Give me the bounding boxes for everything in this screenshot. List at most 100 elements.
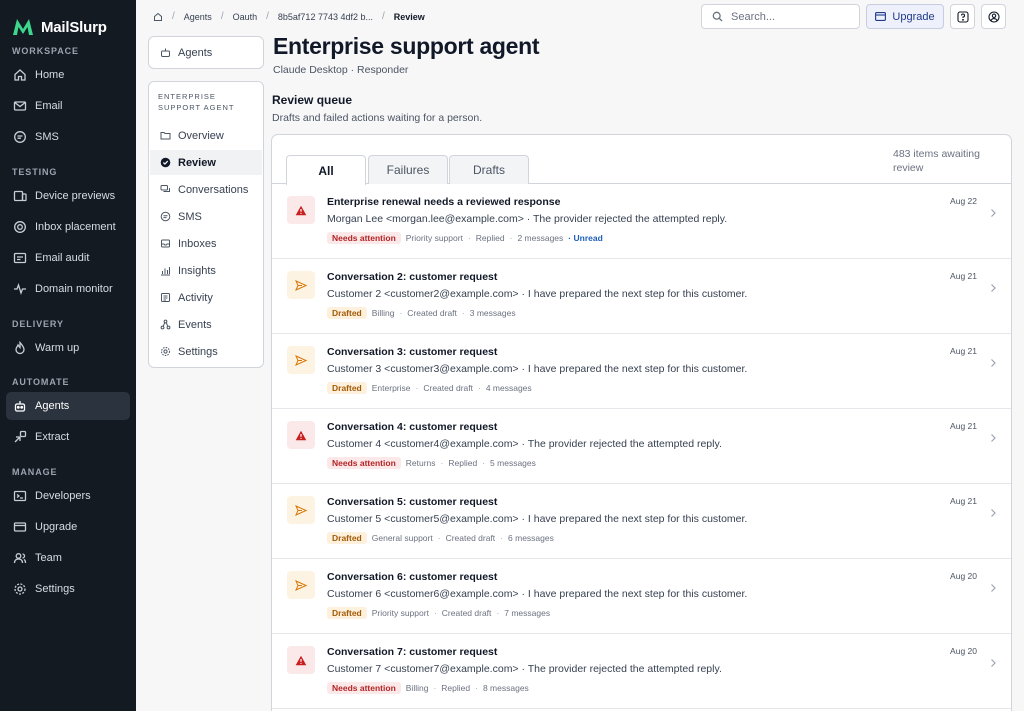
breadcrumb-item-agents[interactable]: Agents <box>184 12 212 22</box>
subnav-item-insights[interactable]: Insights <box>150 258 262 283</box>
upgrade-button[interactable]: Upgrade <box>866 4 944 29</box>
subnav-item-label: Insights <box>178 264 216 277</box>
account-button[interactable] <box>981 4 1006 29</box>
subnav-item-review[interactable]: Review <box>150 150 262 175</box>
mailslurp-logo-icon <box>13 19 33 35</box>
agents-back-button[interactable]: Agents <box>148 36 264 69</box>
unread-label: Unread <box>573 233 603 243</box>
queue-row[interactable]: Conversation 4: customer request Customer… <box>272 409 1011 484</box>
failure-status-icon <box>287 421 315 449</box>
mail-icon <box>13 101 27 111</box>
sidebar-item-label: Developers <box>35 490 91 502</box>
row-title: Conversation 5: customer request <box>327 496 498 508</box>
row-title: Conversation 7: customer request <box>327 646 498 658</box>
subnav-item-conversations[interactable]: Conversations <box>150 177 262 202</box>
section-title-delivery: DELIVERY <box>12 319 64 329</box>
sidebar-item-domain-monitor[interactable]: Domain monitor <box>6 275 130 303</box>
status-badge: Drafted <box>327 607 367 619</box>
breadcrumb-separator: / <box>382 11 385 22</box>
sidebar-item-label: SMS <box>35 131 59 143</box>
row-title: Conversation 6: customer request <box>327 571 498 583</box>
warning-icon <box>295 430 307 440</box>
row-message-count: 6 messages <box>508 533 554 543</box>
queue-row[interactable]: Conversation 3: customer request Customer… <box>272 334 1011 409</box>
row-message-count: 8 messages <box>482 683 529 693</box>
subnav-item-label: Activity <box>178 291 213 304</box>
sidebar-item-upgrade[interactable]: Upgrade <box>6 513 130 541</box>
row-state: Created draft <box>445 533 496 543</box>
chevron-right-icon <box>991 434 996 442</box>
subnav-item-label: Overview <box>178 129 224 142</box>
meta-separator: · <box>467 233 471 243</box>
breadcrumb-item-oauth[interactable]: Oauth <box>233 12 258 22</box>
subnav-item-activity[interactable]: Activity <box>150 285 262 310</box>
activity-icon <box>161 293 170 302</box>
brand-name: MailSlurp <box>41 18 107 36</box>
sidebar-item-label: Email <box>35 100 63 112</box>
sidebar-item-warm-up[interactable]: Warm up <box>6 334 130 362</box>
subnav-item-events[interactable]: Events <box>150 312 262 337</box>
sidebar-item-agents[interactable]: Agents <box>6 392 130 420</box>
subnav-item-settings[interactable]: Settings <box>150 339 262 364</box>
home-icon[interactable] <box>153 12 163 22</box>
section-title-manage: MANAGE <box>12 467 58 477</box>
status-badge: Drafted <box>327 382 367 394</box>
row-state: Created draft <box>423 383 473 393</box>
subnav-item-label: Review <box>178 156 216 169</box>
subnav-item-label: Inboxes <box>178 237 217 250</box>
sidebar-item-label: Device previews <box>35 190 116 202</box>
queue-row[interactable]: Conversation 7: customer request Customer… <box>272 634 1011 709</box>
queue-row[interactable]: Conversation 6: customer request Customer… <box>272 559 1011 634</box>
queue-row[interactable]: Enterprise renewal needs a reviewed resp… <box>272 184 1011 259</box>
tab-failures[interactable]: Failures <box>368 155 448 184</box>
queue-row[interactable]: Conversation 2: customer request Customer… <box>272 259 1011 334</box>
meta-separator: · <box>509 233 513 243</box>
review-queue-panel: All Failures Drafts 483 items awaiting r… <box>271 134 1012 711</box>
row-meta: Needs attention Priority support · Replied ·… <box>327 232 603 244</box>
help-button[interactable] <box>950 4 975 29</box>
tab-all[interactable]: All <box>286 155 366 185</box>
sidebar-item-email[interactable]: Email <box>6 92 130 120</box>
sidebar-item-extract[interactable]: Extract <box>6 423 130 451</box>
sidebar-item-email-audit[interactable]: Email audit <box>6 244 130 272</box>
sidebar-item-label: Domain monitor <box>35 283 113 295</box>
row-state: Replied <box>475 233 505 243</box>
sidebar-item-developers[interactable]: Developers <box>6 482 130 510</box>
subnav-item-label: Settings <box>178 345 218 358</box>
team-icon <box>13 553 27 564</box>
chevron-right-icon <box>991 284 996 292</box>
brand[interactable]: MailSlurp <box>0 0 136 42</box>
chart-icon <box>161 267 170 276</box>
breadcrumb-item-agent-id[interactable]: 8b5af712 7743 4df2 b... <box>278 12 373 22</box>
row-message-count: 7 messages <box>504 608 551 618</box>
row-tag: Returns <box>405 458 436 468</box>
row-date: Aug 21 <box>950 496 977 506</box>
status-badge: Drafted <box>327 532 367 544</box>
sidebar-item-inbox-placement[interactable]: Inbox placement <box>6 213 130 241</box>
subnav-item-inboxes[interactable]: Inboxes <box>150 231 262 256</box>
queue-row[interactable]: Conversation 5: customer request Customer… <box>272 484 1011 559</box>
subnav-item-label: Conversations <box>178 183 249 196</box>
sidebar-item-home[interactable]: Home <box>6 61 130 89</box>
tab-drafts[interactable]: Drafts <box>449 155 529 184</box>
section-title-workspace: WORKSPACE <box>12 46 79 56</box>
search-input[interactable]: Search... <box>701 4 860 29</box>
search-placeholder: Search... <box>731 10 776 23</box>
subnav-title-line2: SUPPORT AGENT <box>158 103 235 112</box>
draft-status-icon <box>287 346 315 374</box>
row-tag: Billing <box>371 308 395 318</box>
subnav-item-overview[interactable]: Overview <box>150 123 262 148</box>
sidebar-item-sms[interactable]: SMS <box>6 123 130 151</box>
subnav-item-sms[interactable]: SMS <box>150 204 262 229</box>
page-subtitle: Claude Desktop · Responder <box>273 64 409 76</box>
agents-back-label: Agents <box>178 46 213 59</box>
row-title: Enterprise renewal needs a reviewed resp… <box>327 196 561 208</box>
meta-separator: · <box>440 458 444 468</box>
breadcrumb-current: Review <box>393 11 425 22</box>
meta-separator: · <box>399 308 403 318</box>
sidebar-item-settings[interactable]: Settings <box>6 575 130 603</box>
sidebar-item-device-previews[interactable]: Device previews <box>6 182 130 210</box>
sidebar-item-team[interactable]: Team <box>6 544 130 572</box>
terminal-icon <box>13 490 27 502</box>
extract-icon <box>14 430 27 443</box>
